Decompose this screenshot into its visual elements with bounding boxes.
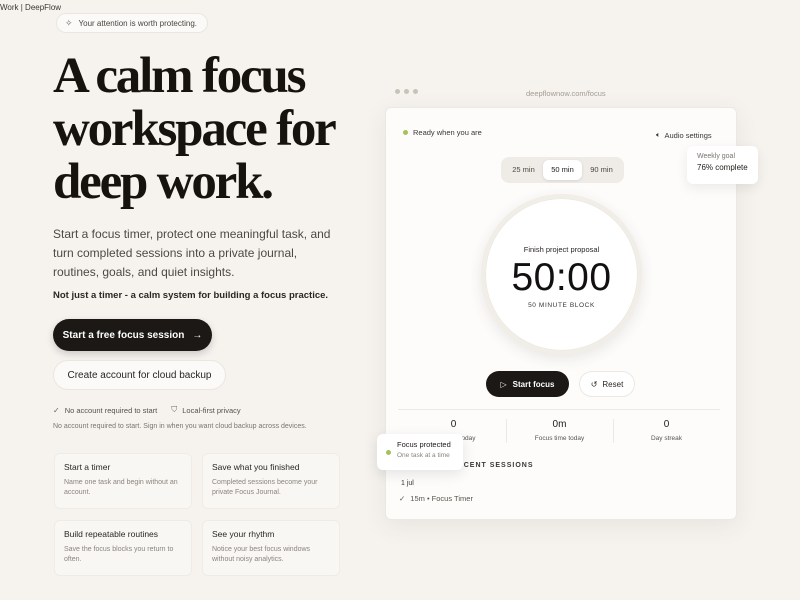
check-privacy: ⛉ Local-first privacy: [171, 405, 240, 415]
feature-desc: Notice your best focus windows without n…: [212, 546, 311, 563]
status-dot-icon: [403, 130, 408, 135]
sparkle-icon: ✧: [65, 17, 73, 28]
hero-tagline: Not just a timer - a calm system for bui…: [53, 290, 329, 301]
trust-checks: ✓ No account required to start ⛉ Local-f…: [53, 405, 241, 415]
check-icon: ✓: [53, 405, 60, 415]
block-label: 50 MINUTE BLOCK: [528, 302, 595, 309]
check-no-account-text: No account required to start: [64, 405, 158, 415]
audio-settings-button[interactable]: 🔈︎ Audio settings: [656, 130, 712, 140]
attention-badge-text: Your attention is worth protecting.: [78, 18, 197, 28]
weekly-goal-label: Weekly goal: [697, 153, 736, 160]
signin-fineprint: No account required to start. Sign in wh…: [53, 423, 307, 430]
start-free-session-label: Start a free focus session: [62, 329, 185, 341]
feature-desc: Save the focus blocks you return to ofte…: [64, 546, 174, 563]
timer-dial: Finish project proposal 50:00 50 MINUTE …: [481, 194, 642, 355]
weekly-goal-card: Weekly goal 76% complete: [687, 146, 758, 184]
stat-value: 0: [450, 419, 457, 430]
timer-clock: 50:00: [511, 256, 612, 299]
feature-title: Start a timer: [64, 462, 111, 472]
audio-settings-label: Audio settings: [664, 130, 712, 140]
create-account-label: Create account for cloud backup: [67, 369, 212, 381]
duration-90[interactable]: 90 min: [582, 160, 621, 180]
check-icon: ✓: [399, 494, 406, 503]
stat-focus-time: 0m Focus time today: [506, 419, 613, 442]
stat-label: Day streak: [650, 435, 683, 442]
feature-card: Build repeatable routines Save the focus…: [54, 520, 192, 576]
feature-card: Start a timer Name one task and begin wi…: [54, 453, 192, 509]
check-privacy-text: Local-first privacy: [182, 405, 241, 415]
app-url: deepflownow.com/focus: [526, 89, 606, 98]
session-row[interactable]: ✓ 15m • Focus Timer: [399, 494, 473, 503]
status-indicator: Ready when you are: [403, 128, 482, 137]
feature-title: Build repeatable routines: [64, 529, 159, 539]
stat-value: 0: [663, 419, 670, 430]
weekly-goal-value: 76% complete: [697, 163, 748, 172]
check-no-account: ✓ No account required to start: [53, 405, 157, 415]
toast-dot-icon: [386, 450, 391, 455]
feature-desc: Completed sessions become your private F…: [212, 479, 318, 496]
headline-line-1: A calm focus: [53, 48, 306, 104]
window-dots: [395, 89, 418, 94]
feature-title: Save what you finished: [212, 462, 300, 472]
browser-tab-title: Work | DeepFlow: [0, 3, 62, 12]
start-focus-label: Start focus: [512, 379, 555, 389]
status-text: Ready when you are: [413, 128, 482, 137]
shield-icon: ⛉: [171, 405, 178, 414]
headline-line-3: deep work.: [53, 154, 274, 210]
session-date: 1 jul: [401, 480, 414, 487]
focus-protected-toast: Focus protected One task at a time: [377, 434, 463, 470]
reset-label: Reset: [602, 379, 624, 389]
feature-desc: Name one task and begin without an accou…: [64, 479, 178, 496]
session-entry: 15m • Focus Timer: [410, 494, 473, 503]
arrow-right-icon: →: [192, 329, 203, 341]
start-free-session-button[interactable]: Start a free focus session →: [53, 319, 212, 351]
toast-title: Focus protected: [397, 440, 451, 449]
play-icon: ▷: [500, 379, 507, 389]
stat-streak: 0 Day streak: [613, 419, 720, 442]
reset-button[interactable]: ↺ Reset: [579, 371, 635, 397]
create-account-button[interactable]: Create account for cloud backup: [53, 360, 226, 390]
reset-icon: ↺: [590, 379, 598, 389]
stat-label: Focus time today: [534, 435, 585, 442]
feature-card: See your rhythm Notice your best focus w…: [202, 520, 340, 576]
toast-subtitle: One task at a time: [397, 452, 450, 459]
stat-value: 0m: [552, 419, 567, 430]
stats-divider: [398, 409, 720, 410]
duration-selector: 25 min 50 min 90 min: [501, 157, 624, 183]
speaker-icon: 🔈︎: [656, 130, 661, 139]
hero-headline: A calm focus workspace for deep work.: [53, 50, 383, 209]
feature-title: See your rhythm: [212, 529, 275, 539]
attention-badge: ✧ Your attention is worth protecting.: [56, 13, 208, 33]
duration-50[interactable]: 50 min: [543, 160, 582, 180]
hero-subcopy: Start a focus timer, protect one meaning…: [53, 227, 331, 279]
recent-sessions-heading: RECENT SESSIONS: [452, 462, 534, 469]
duration-25[interactable]: 25 min: [504, 160, 543, 180]
feature-card: Save what you finished Completed session…: [202, 453, 340, 509]
start-focus-button[interactable]: ▷ Start focus: [486, 371, 569, 397]
headline-line-2: workspace for: [53, 101, 337, 157]
current-task: Finish project proposal: [523, 245, 600, 254]
